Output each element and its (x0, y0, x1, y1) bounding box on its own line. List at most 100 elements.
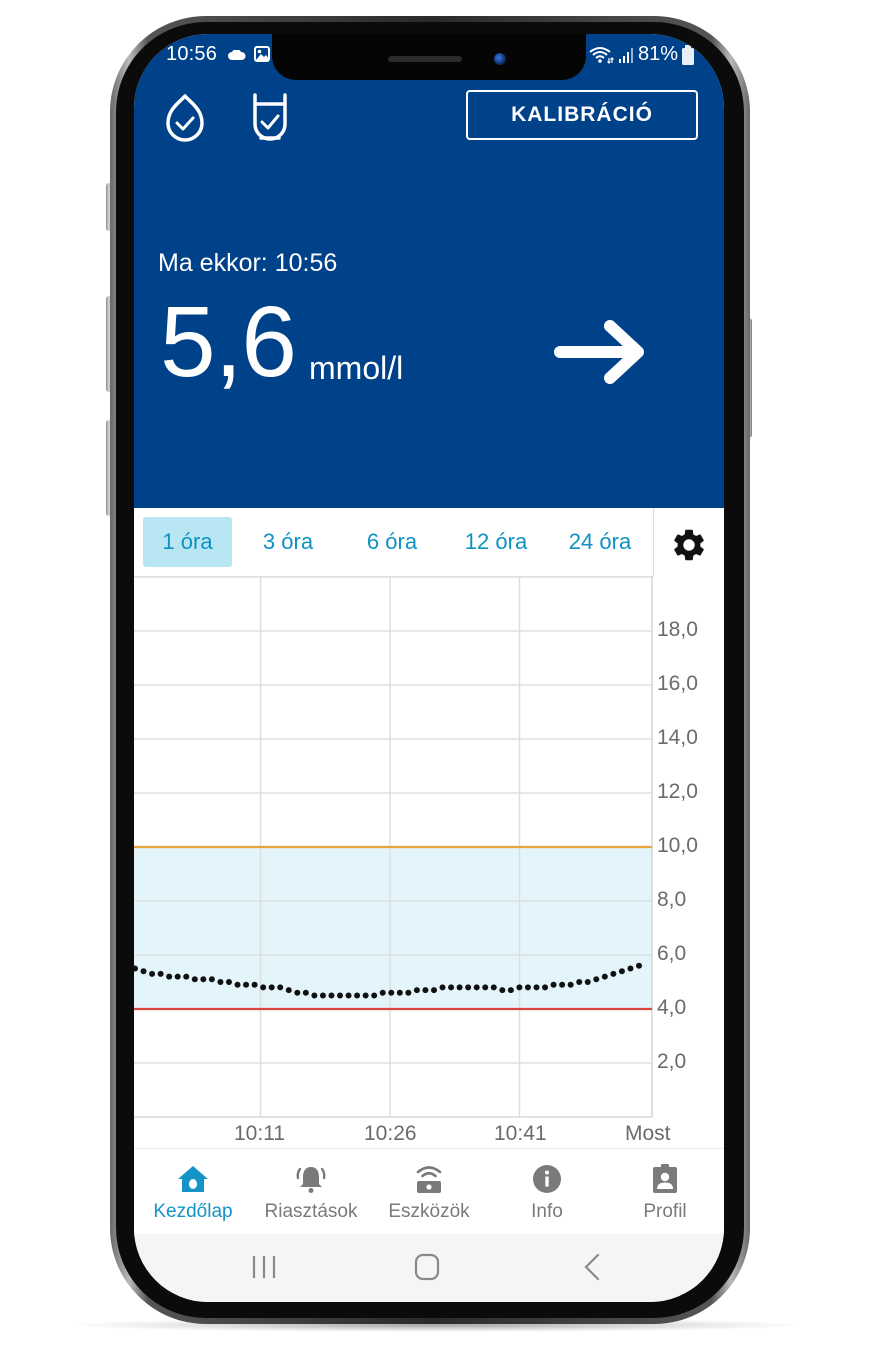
x-tick-label: 10:26 (364, 1122, 417, 1145)
tab-24-hours[interactable]: 24 óra (552, 517, 648, 567)
glucose-data-point (260, 984, 267, 991)
target-range-band (134, 847, 652, 1009)
y-tick-label: 2,0 (657, 1050, 687, 1073)
glucose-data-point (456, 984, 463, 991)
time-range-tabs: 1 óra 3 óra 6 óra 12 óra 24 óra (134, 508, 654, 576)
y-tick-label: 14,0 (657, 726, 698, 749)
glucose-data-point (371, 992, 378, 999)
glucose-data-point (191, 976, 198, 983)
gear-icon[interactable] (670, 526, 708, 564)
arrow-right-icon (554, 320, 644, 384)
calibration-button[interactable]: KALIBRÁCIÓ (466, 90, 698, 140)
glucose-data-point (422, 987, 429, 994)
glucose-data-point (636, 962, 642, 969)
glucose-data-point (157, 970, 164, 977)
glucose-data-point (337, 992, 344, 999)
tab-divider (653, 508, 654, 576)
nav-profile-label: Profil (643, 1201, 687, 1222)
glucose-data-point (294, 989, 301, 996)
glucose-data-point (584, 979, 591, 985)
glucose-data-point (601, 973, 608, 980)
glucose-data-point (166, 973, 173, 980)
profile-icon (653, 1164, 677, 1193)
glucose-data-point (507, 987, 514, 994)
glucose-data-point (268, 984, 275, 991)
glucose-data-point (285, 987, 292, 994)
nav-info[interactable]: Info (488, 1149, 606, 1235)
camera-notch (272, 34, 586, 80)
glucose-data-point (174, 973, 181, 980)
device-icon (416, 1166, 442, 1193)
status-indicators: 81% (588, 43, 694, 66)
info-icon (533, 1165, 561, 1193)
glucose-data-point (328, 992, 335, 999)
tab-6-hours[interactable]: 6 óra (344, 517, 440, 567)
y-tick-label: 12,0 (657, 780, 698, 803)
speaker-grille (388, 56, 462, 62)
x-tick-label: Most (625, 1122, 671, 1145)
nav-alerts[interactable]: Riasztások (252, 1149, 370, 1235)
y-tick-label: 16,0 (657, 672, 698, 695)
glucose-data-point (405, 989, 412, 996)
glucose-data-point (251, 981, 258, 988)
glucose-data-point (482, 984, 489, 991)
glucose-data-point (379, 989, 386, 996)
glucose-data-point (311, 992, 318, 999)
glucose-data-point (302, 989, 309, 996)
wifi-icon (589, 46, 614, 64)
glucose-data-point (610, 970, 617, 977)
glucose-chart (134, 576, 724, 1176)
bottom-navigation: Kezdőlap Riasztások Eszközök Info Profil (134, 1148, 724, 1235)
glucose-data-point (448, 984, 455, 991)
phone-screen: 10:56 81% KALIBRÁCIÓ Ma ekkor: 10:56 5,6… (134, 34, 724, 1302)
y-tick-label: 6,0 (657, 942, 687, 965)
back-icon[interactable] (572, 1252, 612, 1282)
home-icon (178, 1166, 208, 1192)
reading-timestamp: Ma ekkor: 10:56 (158, 249, 338, 277)
tab-3-hours[interactable]: 3 óra (232, 517, 344, 567)
y-tick-label: 8,0 (657, 888, 687, 911)
front-camera (494, 53, 506, 65)
x-tick-label: 10:41 (494, 1122, 547, 1145)
home-button-icon[interactable] (407, 1252, 447, 1282)
nav-profile[interactable]: Profil (606, 1149, 724, 1235)
nav-devices[interactable]: Eszközök (370, 1149, 488, 1235)
glucose-data-point (413, 987, 420, 994)
status-time: 10:56 (166, 43, 218, 65)
glucose-data-point (217, 979, 224, 985)
nav-alerts-label: Riasztások (264, 1201, 358, 1222)
glucose-data-point (550, 981, 557, 988)
glucose-data-point (542, 984, 549, 991)
bell-icon (296, 1167, 326, 1193)
tab-12-hours[interactable]: 12 óra (440, 517, 552, 567)
blood-drop-check-icon[interactable] (162, 92, 208, 142)
glucose-data-point (225, 979, 232, 985)
sensor-check-icon[interactable] (250, 92, 290, 144)
cloud-icon (228, 50, 246, 60)
signal-icon (618, 47, 633, 63)
tab-1-hour[interactable]: 1 óra (143, 517, 232, 567)
glucose-data-point (200, 976, 207, 983)
recents-icon[interactable] (244, 1252, 284, 1282)
y-tick-label: 10,0 (657, 834, 698, 857)
nav-home[interactable]: Kezdőlap (134, 1149, 252, 1235)
glucose-data-point (499, 987, 506, 994)
glucose-data-point (559, 981, 566, 988)
glucose-data-point (516, 984, 523, 991)
glucose-data-point (533, 984, 540, 991)
glucose-unit: mmol/l (309, 350, 404, 386)
glucose-data-point (388, 989, 395, 996)
y-tick-label: 18,0 (657, 618, 698, 641)
glucose-data-point (354, 992, 361, 999)
glucose-data-point (277, 984, 284, 991)
glucose-data-point (345, 992, 352, 999)
glucose-data-point (439, 984, 446, 991)
x-tick-label: 10:11 (234, 1122, 285, 1145)
glucose-data-point (362, 992, 369, 999)
glucose-data-point (576, 979, 583, 985)
battery-percent: 81% (637, 43, 678, 65)
battery-icon (682, 44, 694, 65)
glucose-data-point (234, 981, 241, 988)
nav-devices-label: Eszközök (388, 1201, 470, 1222)
glucose-data-point (140, 968, 147, 975)
